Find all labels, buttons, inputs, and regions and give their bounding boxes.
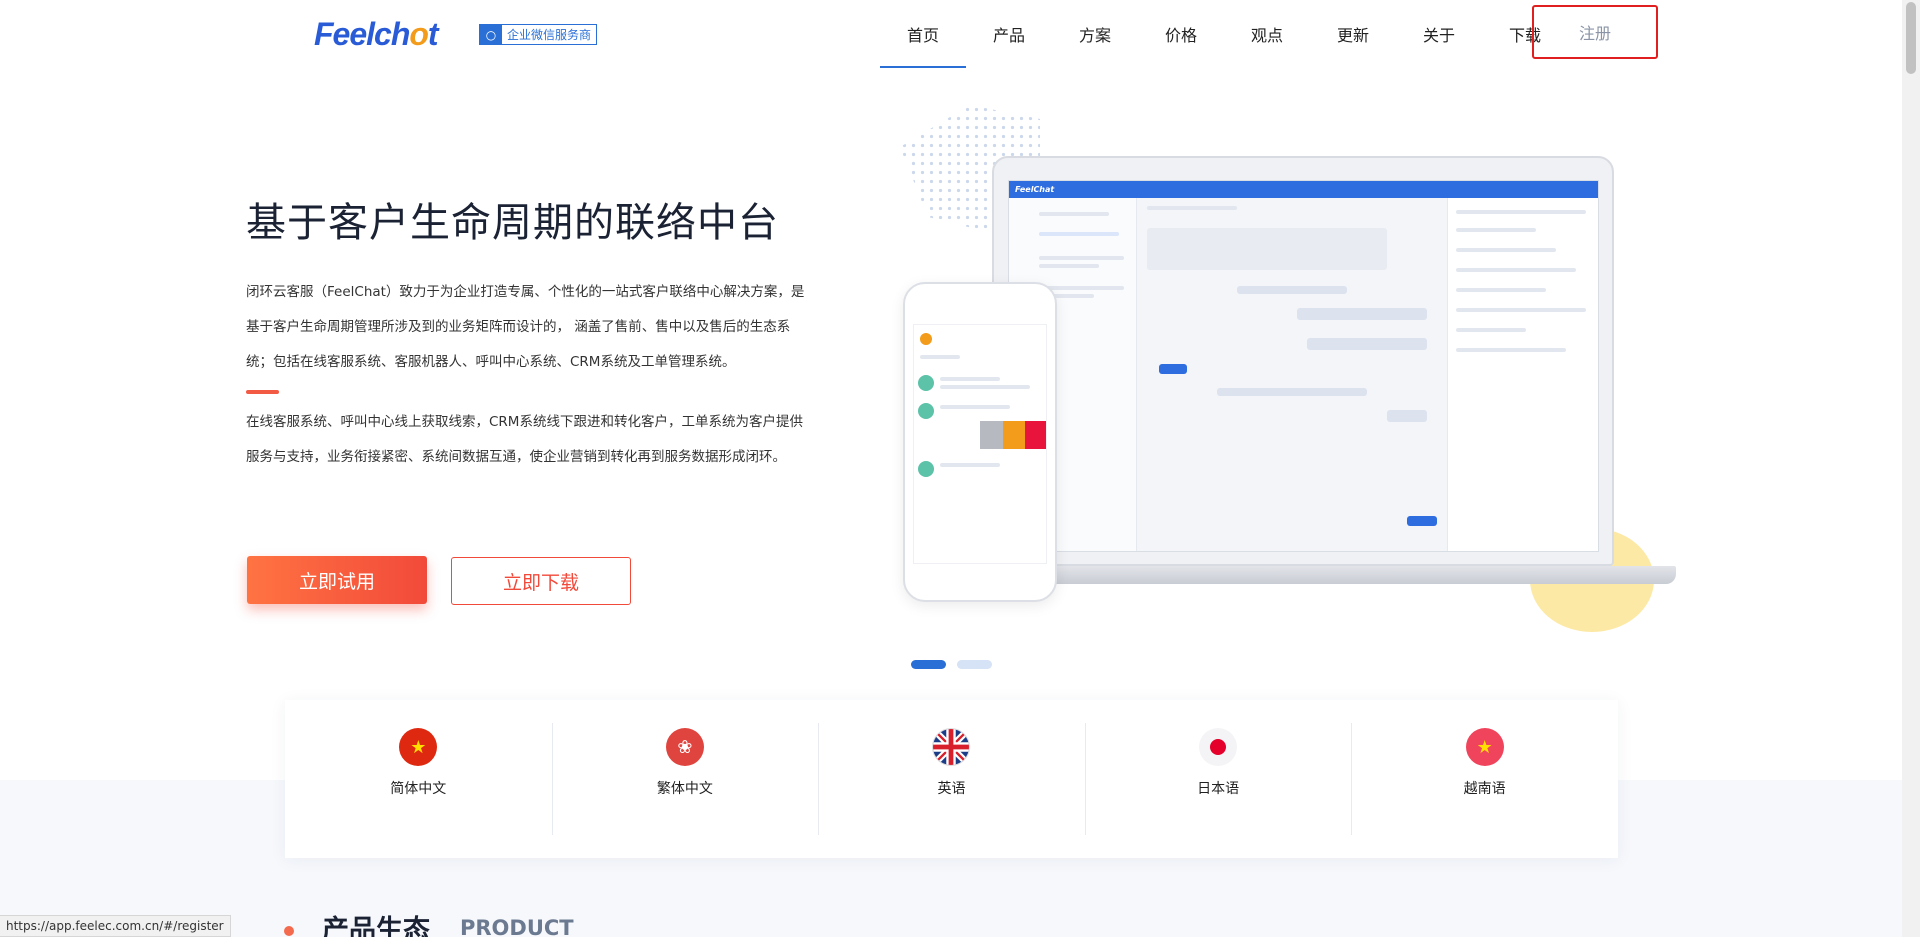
wecom-partner-badge: ○ 企业微信服务商: [479, 24, 598, 45]
badge-text: 企业微信服务商: [507, 28, 592, 42]
page-scrollbar[interactable]: [1902, 0, 1920, 937]
nav-solutions[interactable]: 方案: [1052, 0, 1138, 68]
hk-flag-icon: ❀: [665, 728, 704, 766]
try-now-button[interactable]: 立即试用: [247, 556, 427, 604]
mockup-logo: FeelChat: [1015, 185, 1055, 194]
site-header: Feelchot ○ 企业微信服务商 首页 产品 方案 价格 观点 更新 关于 …: [0, 0, 1902, 68]
language-item-japanese[interactable]: 日本语: [1084, 723, 1352, 835]
language-item-traditional-chinese[interactable]: ❀ 繁体中文: [551, 723, 819, 835]
phone-screen-mockup: [913, 324, 1047, 564]
hero-divider: [246, 390, 279, 394]
laptop-base: [960, 566, 1676, 584]
language-item-simplified-chinese[interactable]: ★ 简体中文: [285, 723, 552, 835]
scrollbar-thumb[interactable]: [1906, 2, 1916, 74]
nav-home[interactable]: 首页: [880, 0, 966, 68]
vn-flag-icon: ★: [1465, 728, 1504, 766]
language-item-english[interactable]: 英语: [818, 723, 1085, 835]
language-label: 简体中文: [390, 781, 447, 797]
carousel-dot-2[interactable]: [957, 660, 992, 669]
hero-paragraph-2: 在线客服系统、呼叫中心线上获取线索，CRM系统线下跟进和转化客户，工单系统为客户…: [246, 414, 803, 465]
language-support-card: ★ 简体中文 ❀ 繁体中文 英语 日本语 ★ 越南语: [285, 700, 1618, 858]
download-now-button[interactable]: 立即下载: [451, 557, 631, 605]
language-item-vietnamese[interactable]: ★ 越南语: [1351, 723, 1618, 835]
nav-insights[interactable]: 观点: [1224, 0, 1310, 68]
language-label: 英语: [937, 781, 966, 797]
laptop-screen-mockup: FeelChat: [1008, 180, 1599, 552]
register-button[interactable]: 注册: [1532, 5, 1658, 59]
nav-products[interactable]: 产品: [966, 0, 1052, 68]
feelchat-logo[interactable]: Feelchot: [314, 16, 439, 53]
language-label: 日本语: [1197, 781, 1240, 797]
phone-swipe-actions: [980, 421, 1046, 449]
nav-updates[interactable]: 更新: [1310, 0, 1396, 68]
mockup-customer-profile: [1447, 198, 1598, 551]
phone-illustration: [903, 282, 1057, 602]
nav-pricing[interactable]: 价格: [1138, 0, 1224, 68]
hero-title: 基于客户生命周期的联络中台: [246, 200, 779, 246]
status-bar-url: https://app.feelec.com.cn/#/register: [0, 915, 231, 937]
product-section-title: 产品生态: [322, 915, 430, 937]
product-section-subtitle: PRODUCT: [460, 916, 574, 937]
mockup-top-bar: FeelChat: [1009, 181, 1598, 198]
mockup-chat-window: [1137, 198, 1447, 551]
nav-about[interactable]: 关于: [1396, 0, 1482, 68]
hero-paragraph-1: 闭环云客服（FeelChat）致力于为企业打造专属、个性化的一站式客户联络中心解…: [246, 284, 805, 370]
section-bullet-dot: [284, 926, 294, 936]
carousel-dot-1[interactable]: [911, 660, 946, 669]
chat-bubble-icon: ○: [480, 25, 502, 44]
language-label: 越南语: [1463, 781, 1506, 797]
uk-flag-icon: [932, 728, 971, 766]
main-nav: 首页 产品 方案 价格 观点 更新 关于 下载: [880, 0, 1568, 68]
cn-flag-icon: ★: [399, 728, 438, 766]
language-label: 繁体中文: [656, 781, 713, 797]
jp-flag-icon: [1199, 728, 1238, 766]
